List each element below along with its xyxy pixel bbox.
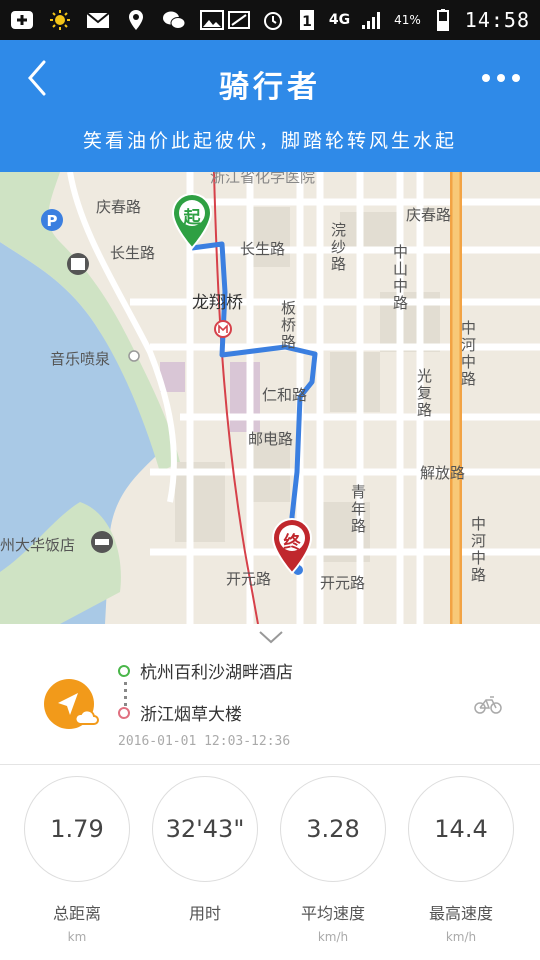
- bicycle-icon: [474, 696, 502, 714]
- map-label-jiefang: 解放路: [420, 464, 466, 482]
- battery-percent: 41%: [394, 13, 421, 27]
- slogan: 笑看油价此起彼伏，脚踏轮转风生水起: [82, 130, 457, 152]
- map-label-kaiyuan-left: 开元路: [226, 570, 272, 588]
- stat-avg-speed: 3.28 平均速度 km/h: [278, 776, 388, 944]
- add-icon: [10, 9, 34, 31]
- divider: [0, 764, 540, 765]
- map-label-hotel: 州大华饭店: [0, 536, 76, 554]
- stat-avg-speed-label: 平均速度: [300, 904, 365, 923]
- wechat-icon: [162, 9, 186, 31]
- stat-distance-unit: km: [67, 930, 87, 944]
- map-label-fountain: 音乐喷泉: [50, 350, 111, 368]
- map-label-huansha: 浣纱路: [329, 222, 347, 273]
- svg-text:1: 1: [302, 14, 312, 30]
- map-label-changsheng-left: 长生路: [110, 244, 156, 262]
- map-label-zhonghe: 中河中路: [459, 320, 477, 388]
- trip-summary-panel: 杭州百利沙湖畔酒店 浙江烟草大楼 2016-01-01 12:03-12:36 …: [0, 624, 540, 960]
- map-label-zhongshan: 中山中路: [391, 244, 409, 312]
- battery-icon: [431, 9, 455, 31]
- end-marker-label: 终: [283, 533, 301, 553]
- end-location: 浙江烟草大楼: [140, 705, 242, 725]
- end-dot-icon: [118, 706, 130, 719]
- stat-max-speed-value: 14.4: [408, 776, 514, 882]
- map-label-qingnian: 青年路: [349, 484, 367, 535]
- map-label-renhe: 仁和路: [262, 386, 308, 404]
- page-title: 骑行者: [219, 70, 321, 105]
- map-label-kaiyuan-right: 开元路: [320, 574, 366, 592]
- location-icon: [124, 9, 148, 31]
- map-label-longxiangqiao: 龙翔桥: [192, 293, 243, 313]
- trip-datetime: 2016-01-01 12:03-12:36: [118, 734, 291, 749]
- stat-duration: 32'43" 用时: [150, 776, 260, 930]
- clock: 14:58: [464, 8, 530, 32]
- map-label-banqiao: 板桥路: [279, 300, 297, 351]
- stat-max-speed-unit: km/h: [445, 930, 477, 944]
- network-type: 4G: [328, 12, 351, 28]
- image-icon: [200, 9, 224, 31]
- map-label-changsheng-right: 长生路: [240, 240, 286, 258]
- start-dot-icon: [118, 664, 130, 677]
- alarm-icon: [261, 9, 285, 31]
- map-label-guangfu: 光复路: [415, 368, 433, 419]
- stat-distance-value: 1.79: [24, 776, 130, 882]
- status-bar: 1 4G 41% 14:58: [0, 0, 540, 40]
- stat-duration-value: 32'43": [152, 776, 258, 882]
- map-label-top-street: 浙江省化学医院: [210, 172, 316, 186]
- stat-max-speed: 14.4 最高速度 km/h: [406, 776, 516, 944]
- stat-avg-speed-value: 3.28: [280, 776, 386, 882]
- map-label-zhonghe-lower: 中河中路: [469, 516, 487, 584]
- sim-icon: 1: [295, 9, 319, 31]
- end-location-row: 浙江烟草大楼: [118, 700, 242, 725]
- map-label-qingchun-right: 庆春路: [406, 206, 452, 224]
- route-map[interactable]: P 起 终 浙江省化学医院 庆春路 庆春路 长生路 长生路 龙翔桥 音乐喷泉 仁…: [0, 172, 540, 624]
- stat-max-speed-label: 最高速度: [428, 904, 493, 923]
- stat-distance: 1.79 总距离 km: [22, 776, 132, 944]
- svg-text:P: P: [47, 212, 58, 230]
- more-menu-icon[interactable]: [482, 74, 520, 82]
- map-label-qingchun-left: 庆春路: [96, 198, 142, 216]
- sun-icon: [48, 9, 72, 31]
- signal-icon: [360, 9, 384, 31]
- stat-duration-label: 用时: [188, 904, 221, 923]
- nfc-icon: [227, 9, 251, 31]
- mail-icon: [86, 9, 110, 31]
- map-label-youdian: 邮电路: [248, 430, 294, 448]
- start-marker-label: 起: [183, 208, 201, 228]
- cloud-icon: [74, 709, 99, 725]
- stat-avg-speed-unit: km/h: [317, 930, 349, 944]
- start-location: 杭州百利沙湖畔酒店: [140, 663, 293, 683]
- start-location-row: 杭州百利沙湖畔酒店: [118, 658, 293, 683]
- collapse-chevron-icon[interactable]: [258, 630, 284, 644]
- app-bar: 骑行者 笑看油价此起彼伏，脚踏轮转风生水起: [0, 40, 540, 172]
- stat-distance-label: 总距离: [52, 904, 101, 923]
